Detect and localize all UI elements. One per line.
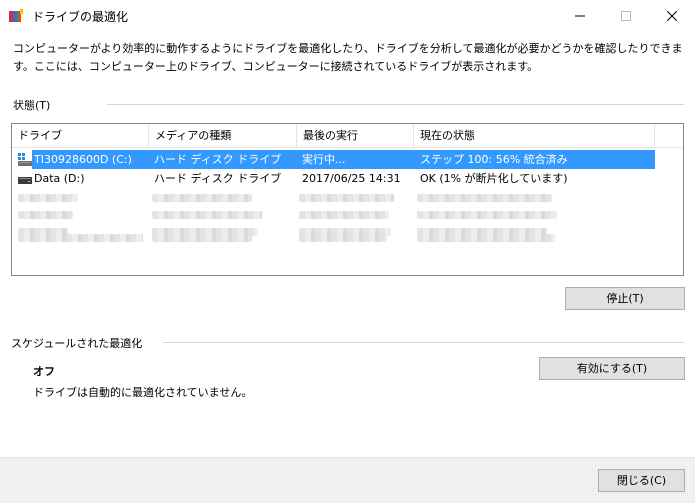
description-text: コンピューターがより効率的に動作するようにドライブを最適化したり、ドライブを分析… (13, 42, 683, 73)
media-type: ハード ディスク ドライブ (154, 153, 282, 166)
obscured-cell (18, 194, 78, 202)
minimize-icon (575, 15, 585, 16)
drive-name: TI30928600D (C:) (34, 153, 132, 166)
schedule-section-label: スケジュールされた最適化 (11, 337, 143, 350)
system-drive-icon (18, 153, 32, 166)
drive-icon (18, 177, 32, 184)
close-window-button[interactable] (649, 0, 695, 31)
schedule-description: ドライブは自動的に最適化されていません。 (33, 386, 253, 399)
footer-bar: 閉じる(C) (0, 457, 695, 503)
close-button[interactable]: 閉じる(C) (598, 469, 685, 492)
obscured-cell (152, 211, 262, 219)
obscured-cell (18, 234, 143, 242)
obscured-cell (417, 234, 555, 242)
media-type: ハード ディスク ドライブ (154, 172, 282, 185)
status-separator (107, 104, 684, 105)
current-status: ステップ 100: 56% 統合済み (420, 153, 568, 166)
column-header-drive[interactable]: ドライブ (12, 124, 149, 148)
current-status: OK (1% が断片化しています) (420, 172, 568, 185)
status-section-label: 状態(T) (13, 99, 51, 112)
column-header-last-run[interactable]: 最後の実行 (297, 124, 414, 148)
window-title: ドライブの最適化 (32, 10, 129, 24)
minimize-button[interactable] (557, 0, 603, 31)
drive-row-c[interactable]: TI30928600D (C:) ハード ディスク ドライブ 実行中... ステ… (12, 150, 683, 169)
obscured-cell (299, 211, 389, 219)
column-header-status[interactable]: 現在の状態 (414, 124, 655, 148)
obscured-cell (152, 194, 252, 202)
defrag-app-icon (9, 9, 23, 22)
maximize-icon (621, 10, 631, 21)
last-run: 実行中... (302, 153, 346, 166)
title-bar: ドライブの最適化 (0, 0, 695, 31)
obscured-cell (299, 194, 394, 202)
schedule-state: オフ (33, 365, 55, 378)
close-icon (667, 10, 677, 21)
drive-row-d[interactable]: Data (D:) ハード ディスク ドライブ 2017/06/25 14:31… (12, 169, 683, 188)
column-header-media[interactable]: メディアの種類 (149, 124, 297, 148)
obscured-cell (152, 234, 252, 242)
maximize-button[interactable] (603, 0, 649, 31)
drive-list-header: ドライブ メディアの種類 最後の実行 現在の状態 (12, 124, 683, 148)
enable-schedule-button[interactable]: 有効にする(T) (539, 357, 685, 380)
obscured-cell (18, 211, 73, 219)
stop-button[interactable]: 停止(T) (565, 287, 685, 310)
obscured-cell (299, 234, 387, 242)
obscured-cell (417, 211, 557, 219)
last-run: 2017/06/25 14:31 (302, 172, 401, 185)
obscured-cell (417, 194, 552, 202)
schedule-separator (163, 342, 684, 343)
drive-name: Data (D:) (34, 172, 85, 185)
drive-list[interactable]: ドライブ メディアの種類 最後の実行 現在の状態 TI30928600D (C:… (11, 123, 684, 276)
